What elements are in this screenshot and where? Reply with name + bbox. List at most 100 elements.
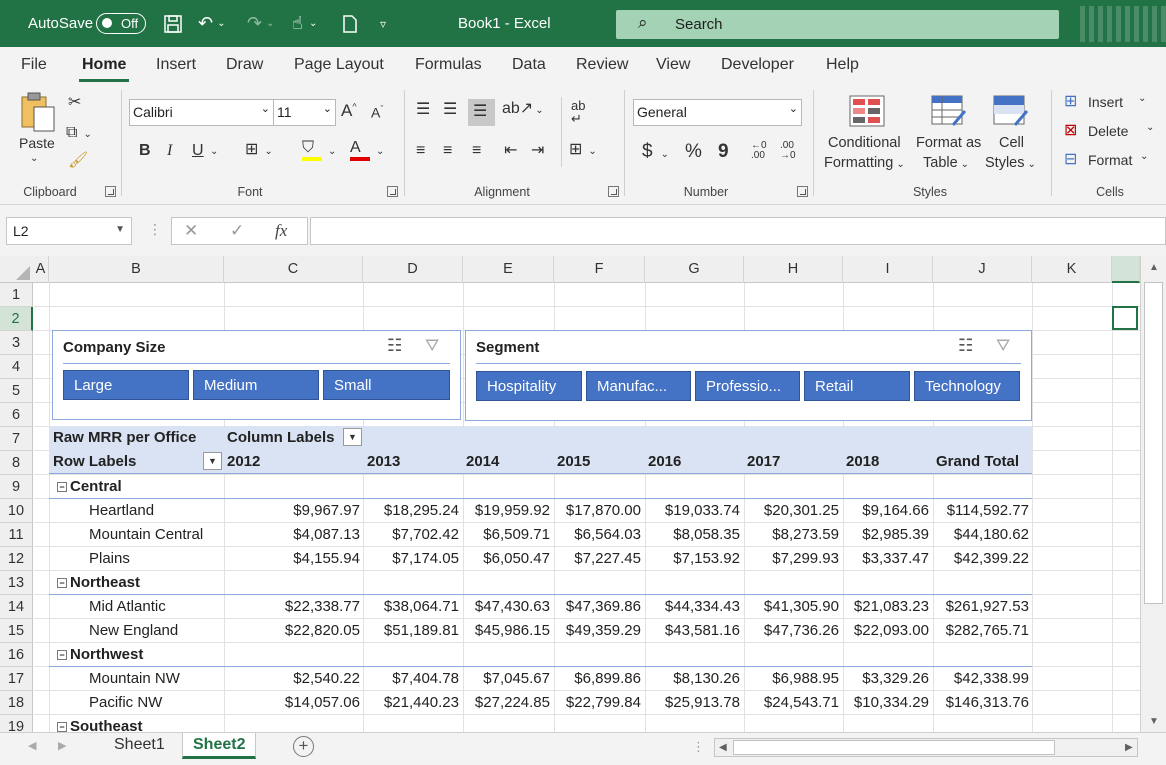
- format-cells-button[interactable]: ⊟ Format ⌄: [1064, 150, 1164, 172]
- search-box[interactable]: ⌕ Search: [616, 10, 1059, 39]
- currency-button[interactable]: $ ⌄: [642, 142, 669, 161]
- column-header-i[interactable]: I: [843, 256, 933, 283]
- column-header-j[interactable]: J: [933, 256, 1032, 283]
- underline-button[interactable]: U: [192, 143, 204, 159]
- formula-input[interactable]: [310, 217, 1166, 245]
- tab-developer[interactable]: Developer: [721, 56, 794, 74]
- tab-draw[interactable]: Draw: [226, 56, 263, 74]
- row-header-8[interactable]: 8: [0, 451, 33, 475]
- name-box[interactable]: L2 ▼: [6, 217, 132, 245]
- collapse-icon[interactable]: −: [57, 722, 67, 732]
- pivot-group-label[interactable]: − Southeast: [57, 718, 143, 732]
- wrap-text-icon[interactable]: ab ↵: [571, 99, 585, 125]
- slicer-item-medium[interactable]: Medium: [193, 370, 319, 400]
- column-header-d[interactable]: D: [363, 256, 463, 283]
- slicer-segment[interactable]: Segment ☷ ⛛ Hospitality Manufac... Profe…: [465, 330, 1032, 421]
- sheet-tab-sheet1[interactable]: Sheet1: [104, 733, 175, 759]
- collapse-icon[interactable]: −: [57, 482, 67, 492]
- tab-insert[interactable]: Insert: [156, 56, 196, 74]
- row-header-18[interactable]: 18: [0, 691, 33, 715]
- row-labels-filter-button[interactable]: ▼: [203, 452, 222, 470]
- multi-select-icon[interactable]: ☷: [387, 336, 402, 356]
- borders-icon[interactable]: ⊞ ⌄: [245, 142, 273, 158]
- next-sheet-icon[interactable]: ▶: [58, 739, 66, 752]
- select-all-button[interactable]: [0, 256, 33, 283]
- align-left-icon[interactable]: ≡: [416, 143, 425, 159]
- row-header-5[interactable]: 5: [0, 379, 33, 403]
- enter-icon[interactable]: ✓: [230, 221, 244, 241]
- row-header-14[interactable]: 14: [0, 595, 33, 619]
- pivot-group-label[interactable]: − Northwest: [57, 646, 143, 663]
- tab-review[interactable]: Review: [576, 56, 628, 74]
- scroll-down-icon[interactable]: ▼: [1149, 716, 1159, 727]
- alignment-launcher-icon[interactable]: [608, 186, 619, 197]
- row-header-15[interactable]: 15: [0, 619, 33, 643]
- insert-cells-button[interactable]: ⊞ Insert ⌄: [1064, 92, 1164, 114]
- add-sheet-icon[interactable]: +: [293, 736, 314, 757]
- pivot-group-label[interactable]: − Northeast: [57, 574, 140, 591]
- tab-split-grip-icon[interactable]: ⋮: [692, 739, 705, 755]
- column-header-c[interactable]: C: [224, 256, 363, 283]
- align-top-icon[interactable]: ☰: [416, 102, 430, 118]
- column-header-b[interactable]: B: [49, 256, 224, 283]
- tab-formulas[interactable]: Formulas: [415, 56, 482, 74]
- column-header-l[interactable]: [1112, 256, 1140, 283]
- row-header-12[interactable]: 12: [0, 547, 33, 571]
- conditional-formatting-button[interactable]: Conditional Formatting ⌄: [822, 93, 912, 179]
- slicer-item-small[interactable]: Small: [323, 370, 450, 400]
- column-header-a[interactable]: A: [33, 256, 49, 283]
- clear-filter-icon[interactable]: ⛛: [425, 336, 439, 356]
- increase-decimal-icon[interactable]: ←0.00: [751, 141, 767, 161]
- font-size-select[interactable]: 11 ⌄: [273, 99, 336, 126]
- chevron-down-icon[interactable]: ⌄: [376, 147, 384, 157]
- row-header-19[interactable]: 19: [0, 715, 33, 732]
- fill-color-icon[interactable]: ⛉: [302, 140, 322, 161]
- collapse-icon[interactable]: −: [57, 578, 67, 588]
- row-header-2[interactable]: 2: [0, 307, 33, 331]
- scroll-left-icon[interactable]: ◀: [719, 742, 727, 753]
- row-header-13[interactable]: 13: [0, 571, 33, 595]
- slicer-company-size[interactable]: Company Size ☷ ⛛ Large Medium Small: [52, 330, 461, 420]
- redo-icon[interactable]: ↷ ⌄: [247, 0, 274, 47]
- vertical-scrollbar[interactable]: ▲ ▼: [1140, 256, 1166, 732]
- column-header-f[interactable]: F: [554, 256, 645, 283]
- column-labels-filter-button[interactable]: ▼: [343, 428, 362, 446]
- delete-cells-button[interactable]: ⊠ Delete ⌄: [1064, 121, 1164, 143]
- row-header-16[interactable]: 16: [0, 643, 33, 667]
- chevron-down-icon[interactable]: ⌄: [328, 147, 336, 157]
- slicer-item-retail[interactable]: Retail: [804, 371, 910, 401]
- tab-help[interactable]: Help: [826, 56, 859, 74]
- column-header-k[interactable]: K: [1032, 256, 1112, 283]
- scroll-right-icon[interactable]: ▶: [1125, 742, 1133, 753]
- insert-function-button[interactable]: fx: [275, 221, 287, 241]
- autosave-toggle[interactable]: Off: [96, 13, 146, 34]
- column-header-g[interactable]: G: [645, 256, 744, 283]
- tab-data[interactable]: Data: [512, 56, 546, 74]
- bold-button[interactable]: B: [139, 143, 151, 159]
- column-header-h[interactable]: H: [744, 256, 843, 283]
- decrease-font-icon[interactable]: Aˇ: [371, 105, 383, 120]
- multi-select-icon[interactable]: ☷: [958, 336, 973, 356]
- increase-font-icon[interactable]: A^: [341, 102, 357, 119]
- align-bottom-icon[interactable]: ☰: [468, 99, 495, 126]
- font-launcher-icon[interactable]: [387, 186, 398, 197]
- collapse-icon[interactable]: −: [57, 650, 67, 660]
- row-header-6[interactable]: 6: [0, 403, 33, 427]
- horizontal-scroll-thumb[interactable]: [733, 740, 1055, 755]
- decrease-indent-icon[interactable]: ⇤: [504, 143, 517, 159]
- font-name-select[interactable]: Calibri ⌄: [129, 99, 274, 126]
- align-right-icon[interactable]: ≡: [472, 143, 481, 159]
- orientation-icon[interactable]: ab↗ ⌄: [502, 101, 544, 117]
- slicer-item-hospitality[interactable]: Hospitality: [476, 371, 582, 401]
- active-cell-l2[interactable]: [1112, 306, 1138, 330]
- decrease-decimal-icon[interactable]: .00 →0: [780, 141, 796, 161]
- row-header-4[interactable]: 4: [0, 355, 33, 379]
- worksheet-grid[interactable]: A B C D E F G H I J K 1 2 3 4 5 6 7 8 9 10 11 12 13 1…: [0, 256, 1140, 732]
- cell-styles-button[interactable]: Cell Styles ⌄: [985, 93, 1045, 179]
- clear-filter-icon[interactable]: ⛛: [996, 336, 1010, 356]
- formula-bar-grip-icon[interactable]: ⋮: [148, 221, 162, 238]
- increase-indent-icon[interactable]: ⇥: [531, 143, 544, 159]
- row-header-17[interactable]: 17: [0, 667, 33, 691]
- paste-button[interactable]: Paste ⌄: [14, 91, 60, 171]
- merge-center-icon[interactable]: ⊞ ⌄: [569, 142, 597, 158]
